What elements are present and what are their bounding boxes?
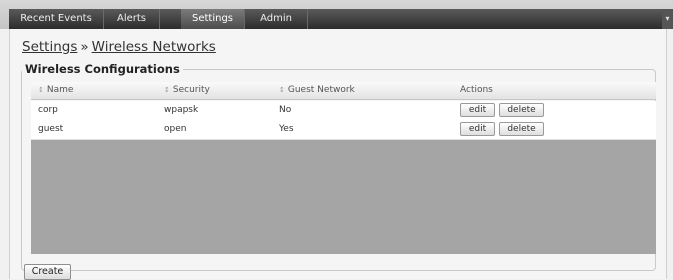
cell-name: guest	[38, 124, 64, 134]
cell-name: corp	[38, 105, 58, 115]
cell-guest-network: Yes	[279, 124, 294, 134]
breadcrumb: Settings» Wireless Networks	[22, 39, 216, 55]
cell-security: wpapsk	[164, 105, 199, 115]
sort-icon: ↕	[38, 86, 44, 94]
sort-icon: ↕	[279, 86, 285, 94]
main-tabs: Recent Events Alerts Settings Admin	[9, 9, 673, 29]
sort-icon: ↕	[164, 86, 170, 94]
tab-recent-events[interactable]: Recent Events	[9, 9, 104, 29]
table-row: guest open Yes edit delete	[31, 120, 656, 140]
section-title: Wireless Configurations	[22, 62, 183, 76]
edit-button[interactable]: edit	[460, 122, 495, 136]
delete-button[interactable]: delete	[499, 122, 544, 136]
column-header-name[interactable]: ↕ Name	[38, 82, 73, 99]
content-panel: Settings» Wireless Networks Wireless Conf…	[9, 29, 667, 280]
empty-table-area	[31, 140, 656, 254]
table-header: ↕ Name ↕ Security ↕ Guest Network Actions	[31, 82, 656, 100]
delete-button[interactable]: delete	[499, 103, 544, 117]
column-header-guest-network[interactable]: ↕ Guest Network	[279, 82, 355, 99]
cell-guest-network: No	[279, 105, 292, 115]
breadcrumb-settings-link[interactable]: Settings	[22, 39, 77, 55]
breadcrumb-separator: »	[80, 39, 89, 55]
column-header-actions: Actions	[460, 85, 493, 95]
column-header-security[interactable]: ↕ Security	[164, 82, 210, 99]
tab-settings[interactable]: Settings	[181, 9, 245, 29]
cell-security: open	[164, 124, 187, 134]
table-row: corp wpapsk No edit delete	[31, 101, 656, 121]
edit-button[interactable]: edit	[460, 103, 495, 117]
create-button[interactable]: Create	[24, 264, 71, 280]
tab-admin[interactable]: Admin	[245, 9, 308, 29]
tab-alerts[interactable]: Alerts	[104, 9, 160, 29]
breadcrumb-current-link[interactable]: Wireless Networks	[92, 39, 216, 55]
menu-icon[interactable]: ▾	[662, 9, 673, 29]
